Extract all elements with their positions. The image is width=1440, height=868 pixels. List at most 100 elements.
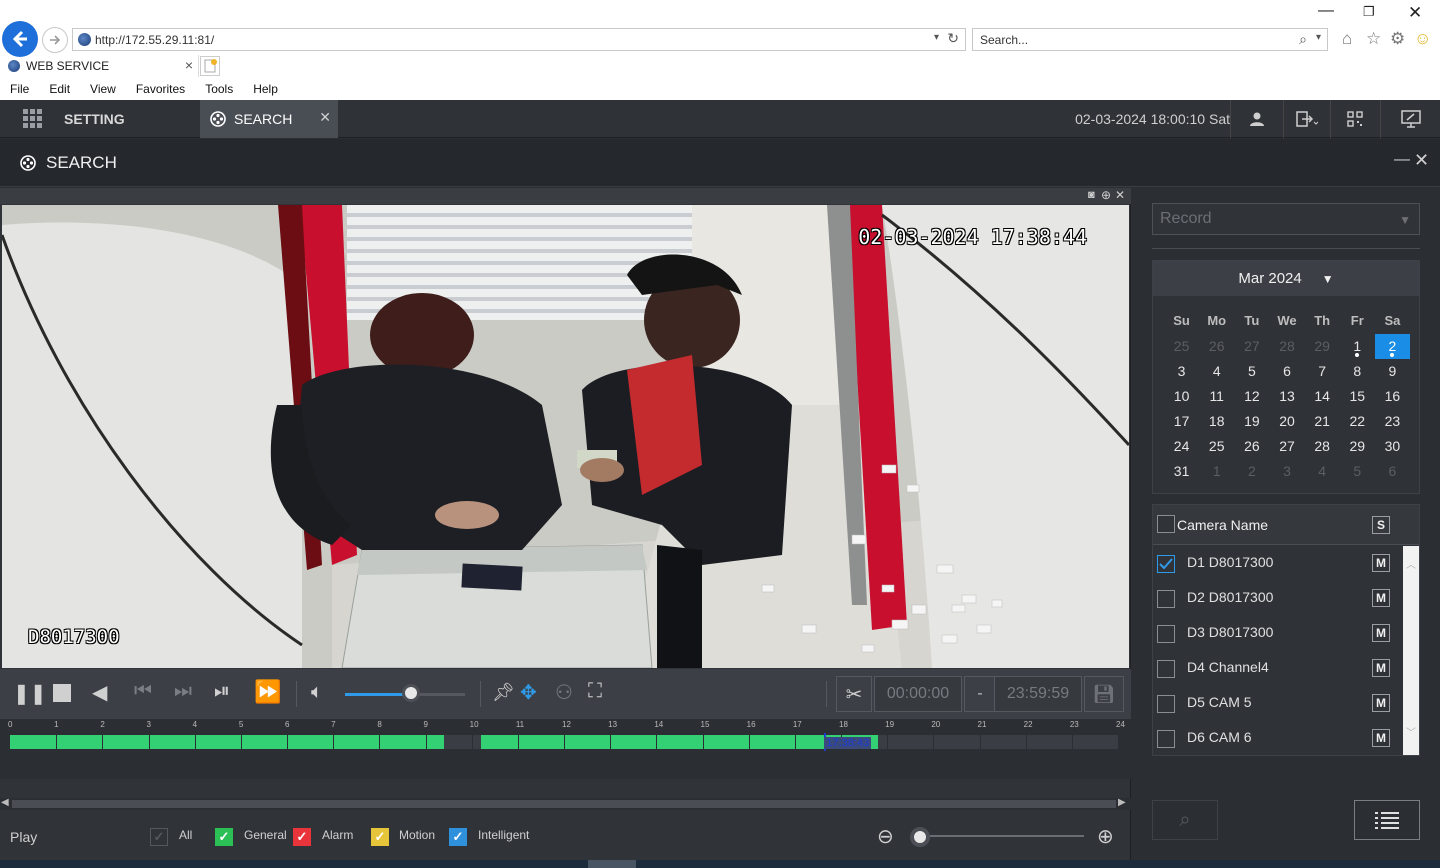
select-all-cameras-checkbox[interactable] (1157, 515, 1175, 533)
stop-button[interactable] (53, 684, 71, 702)
filter-intelligent-checkbox[interactable]: ✓ (449, 828, 467, 846)
menu-file[interactable]: File (0, 79, 39, 99)
taskbar-item[interactable] (588, 860, 636, 868)
snapshot-icon[interactable]: ◙ (1088, 189, 1095, 201)
main-stream-button[interactable]: M (1372, 729, 1390, 747)
scroll-left-icon[interactable]: ◀ (1, 797, 9, 808)
calendar-day[interactable]: 19 (1234, 409, 1269, 434)
calendar-day[interactable]: 7 (1305, 359, 1340, 384)
back-button[interactable] (2, 21, 38, 57)
tools-gear-icon[interactable]: ⚙ (1390, 29, 1405, 49)
qr-code-button[interactable] (1330, 100, 1378, 138)
timeline-zoom-knob[interactable] (910, 827, 930, 847)
calendar-day[interactable]: 3 (1164, 359, 1199, 384)
close-panel-icon[interactable]: ✕ (1414, 150, 1429, 171)
home-icon[interactable]: ⌂ (1342, 29, 1352, 49)
close-video-icon[interactable]: ✕ (1115, 188, 1125, 202)
previous-frame-button[interactable]: ⏮ (134, 680, 152, 703)
dropdown-arrow-icon[interactable]: ▾ (934, 32, 939, 43)
minimize-panel-icon[interactable]: — (1394, 151, 1410, 169)
filter-general-checkbox[interactable]: ✓ (215, 828, 233, 846)
tab-close-icon[interactable]: × (185, 57, 193, 73)
magnifier-icon[interactable]: ⌕ (1299, 31, 1307, 48)
filter-alarm-checkbox[interactable]: ✓ (293, 828, 311, 846)
camera-checkbox[interactable] (1157, 695, 1175, 713)
file-list-button[interactable] (1354, 800, 1420, 840)
calendar-day[interactable]: 24 (1164, 434, 1199, 459)
main-stream-button[interactable]: M (1372, 659, 1390, 677)
calendar-day[interactable]: 11 (1199, 384, 1234, 409)
digital-zoom-icon[interactable]: ✥ (520, 680, 537, 705)
filter-motion-checkbox[interactable]: ✓ (371, 828, 389, 846)
calendar-day[interactable]: 25 (1199, 434, 1234, 459)
calendar-day[interactable]: 14 (1305, 384, 1340, 409)
calendar-day[interactable]: 26 (1199, 334, 1234, 359)
browser-search-input[interactable]: Search... ⌕ ▾ (972, 28, 1328, 51)
calendar-day[interactable]: 1 (1340, 334, 1375, 359)
camera-checkbox[interactable] (1157, 660, 1175, 678)
logout-button[interactable] (1283, 100, 1330, 138)
main-stream-button[interactable]: M (1372, 589, 1390, 607)
calendar-day[interactable]: 20 (1269, 409, 1304, 434)
live-view-button[interactable] (1380, 100, 1440, 138)
volume-slider-knob[interactable] (402, 684, 420, 702)
menu-view[interactable]: View (80, 79, 126, 99)
timeline[interactable]: 0 1 2 3 4 5 6 7 8 9 10 11 12 13 14 15 16 17 18 19 20 21 22 23 24… (0, 719, 1131, 779)
calendar-day[interactable]: 21 (1305, 409, 1340, 434)
favorites-star-icon[interactable]: ☆ (1366, 29, 1381, 49)
browser-tab[interactable]: WEB SERVICE × (0, 55, 199, 77)
calendar-day[interactable]: 5 (1340, 459, 1375, 484)
camera-row[interactable]: D4 Channel4 M (1153, 651, 1403, 686)
main-stream-button[interactable]: M (1372, 554, 1390, 572)
calendar-day[interactable]: 25 (1164, 334, 1199, 359)
intelligent-search-icon[interactable]: ⚇ (555, 680, 573, 705)
calendar-day[interactable]: 12 (1234, 384, 1269, 409)
calendar-day[interactable]: 31 (1164, 459, 1199, 484)
calendar-day[interactable]: 2 (1374, 334, 1410, 359)
calendar-day[interactable]: 15 (1340, 384, 1375, 409)
calendar-day[interactable]: 13 (1269, 384, 1304, 409)
forward-button[interactable] (42, 27, 68, 53)
camera-row[interactable]: D3 D8017300 M (1153, 616, 1403, 651)
calendar-day[interactable]: 6 (1269, 359, 1304, 384)
calendar-day[interactable]: 4 (1199, 359, 1234, 384)
filter-all-checkbox[interactable]: ✓ (150, 828, 168, 846)
calendar-day[interactable]: 16 (1375, 384, 1410, 409)
clip-button[interactable]: ✂ (836, 676, 872, 712)
zoom-icon[interactable]: ⊕ (1101, 188, 1111, 202)
tab-search-close-icon[interactable]: ✕ (319, 109, 331, 126)
play-reverse-button[interactable]: ◀ (92, 680, 107, 705)
calendar-day[interactable]: 29 (1305, 334, 1340, 359)
step-forward-button[interactable]: ⏯ (214, 680, 230, 703)
restore-window-icon[interactable]: ❐ (1363, 4, 1375, 20)
camera-list-scrollbar[interactable]: ︿ ﹀ (1403, 546, 1419, 755)
menu-tools[interactable]: Tools (195, 79, 243, 99)
camera-checkbox[interactable] (1157, 730, 1175, 748)
user-button[interactable] (1230, 100, 1283, 138)
calendar-day[interactable]: 3 (1269, 459, 1304, 484)
calendar-days[interactable]: 25 26 27 28 29 1 2 3 4 5 6 7 8 9 10 11 12 13 14 15 16 17 18 19 2… (1164, 334, 1410, 484)
calendar-day[interactable]: 10 (1164, 384, 1199, 409)
s-button[interactable]: S (1372, 516, 1390, 534)
fullscreen-icon[interactable]: ⛶ (588, 680, 602, 703)
video-playback-window[interactable]: 02-03-2024 17:38:44 D8017300 (2, 205, 1129, 668)
pause-button[interactable]: ❚❚ (13, 681, 47, 706)
calendar-day[interactable]: 27 (1269, 434, 1304, 459)
calendar-day[interactable]: 4 (1305, 459, 1340, 484)
timeline-scrollbar[interactable]: ◀ ▶ (0, 797, 1131, 810)
calendar-day[interactable]: 27 (1234, 334, 1269, 359)
smart-search-button[interactable]: ⌕ (1152, 800, 1218, 840)
calendar-day[interactable]: 30 (1375, 434, 1410, 459)
scroll-up-icon[interactable]: ︿ (1406, 556, 1416, 571)
save-clip-button[interactable]: 💾︎ (1084, 676, 1124, 712)
record-type-select[interactable]: Record ▼ (1152, 203, 1420, 235)
search-dropdown-icon[interactable]: ▾ (1316, 32, 1321, 43)
calendar-day[interactable]: 17 (1164, 409, 1199, 434)
camera-checkbox[interactable] (1157, 555, 1175, 573)
minimize-window-icon[interactable]: — (1318, 2, 1334, 20)
calendar-day[interactable]: 9 (1375, 359, 1410, 384)
menu-help[interactable]: Help (243, 79, 288, 99)
fast-forward-button[interactable]: ⏩ (254, 679, 281, 705)
zoom-out-icon[interactable]: ⊖ (877, 824, 894, 849)
menu-edit[interactable]: Edit (39, 79, 80, 99)
